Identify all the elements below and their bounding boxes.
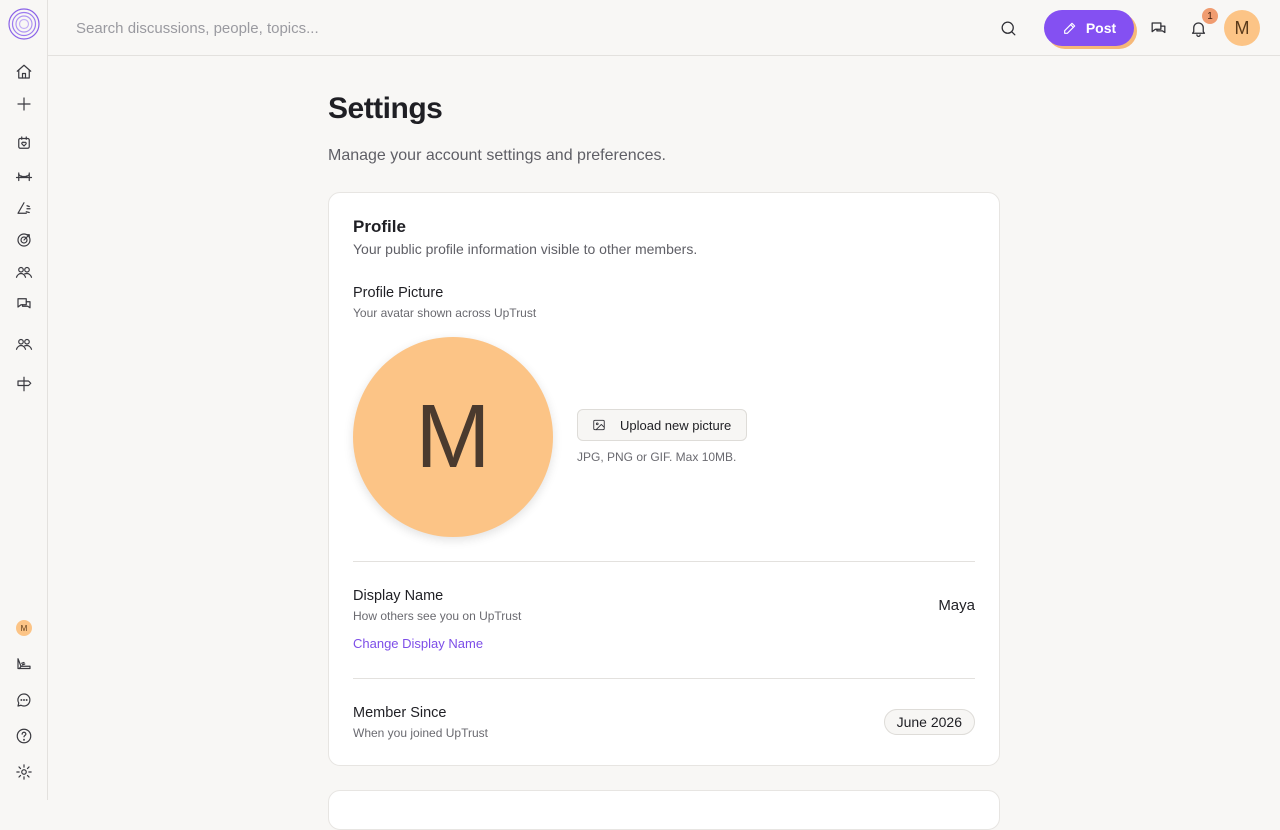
sidebar: M <box>0 0 48 800</box>
pencil-icon <box>1063 22 1076 34</box>
profile-picture-label: Profile Picture <box>353 285 444 301</box>
help-icon[interactable] <box>12 724 36 748</box>
profile-section-title: Profile <box>353 217 406 236</box>
sneaker-icon[interactable] <box>12 652 36 676</box>
next-card <box>328 790 1000 830</box>
notification-badge: 1 <box>1202 8 1218 24</box>
display-name-label: Display Name <box>353 588 444 604</box>
plus-icon[interactable] <box>12 92 36 116</box>
upload-picture-button[interactable]: Upload new picture <box>577 409 747 441</box>
chat-icon[interactable] <box>12 292 36 316</box>
profile-avatar: M <box>353 337 553 537</box>
divider <box>353 678 975 679</box>
logo-icon[interactable] <box>8 8 40 40</box>
post-button-label: Post <box>1085 20 1117 36</box>
upload-picture-label: Upload new picture <box>620 417 732 433</box>
page-title: Settings <box>328 92 443 125</box>
gear-icon[interactable] <box>12 760 36 784</box>
mini-avatar[interactable]: M <box>16 620 32 636</box>
image-icon <box>593 419 605 431</box>
change-display-name-link[interactable]: Change Display Name <box>353 636 483 651</box>
message-bubble-icon[interactable] <box>12 688 36 712</box>
profile-card: Profile Your public profile information … <box>328 192 1000 766</box>
post-button[interactable]: Post <box>1044 10 1134 46</box>
page-subtitle: Manage your account settings and prefere… <box>328 147 666 164</box>
target-icon[interactable] <box>12 228 36 252</box>
profile-section-description: Your public profile information visible … <box>353 241 698 257</box>
top-bar: Post 1 M <box>48 0 1280 56</box>
user-avatar[interactable]: M <box>1224 10 1260 46</box>
member-since-hint: When you joined UpTrust <box>353 726 488 740</box>
signpost-icon[interactable] <box>12 372 36 396</box>
member-since-label: Member Since <box>353 705 447 721</box>
shapes-icon[interactable] <box>12 196 36 220</box>
divider <box>353 561 975 562</box>
search-input[interactable] <box>76 16 676 40</box>
calendar-heart-icon[interactable] <box>12 131 36 155</box>
display-name-value: Maya <box>938 597 975 614</box>
bridge-icon[interactable] <box>12 164 36 188</box>
display-name-hint: How others see you on UpTrust <box>353 609 522 623</box>
community-icon[interactable] <box>12 332 36 356</box>
member-since-badge: June 2026 <box>883 709 975 735</box>
home-icon[interactable] <box>12 60 36 84</box>
group-icon[interactable] <box>12 260 36 284</box>
search-icon[interactable] <box>996 16 1020 40</box>
profile-picture-hint: Your avatar shown across UpTrust <box>353 306 537 320</box>
messages-icon[interactable] <box>1146 16 1170 40</box>
upload-hint: JPG, PNG or GIF. Max 10MB. <box>577 450 737 464</box>
